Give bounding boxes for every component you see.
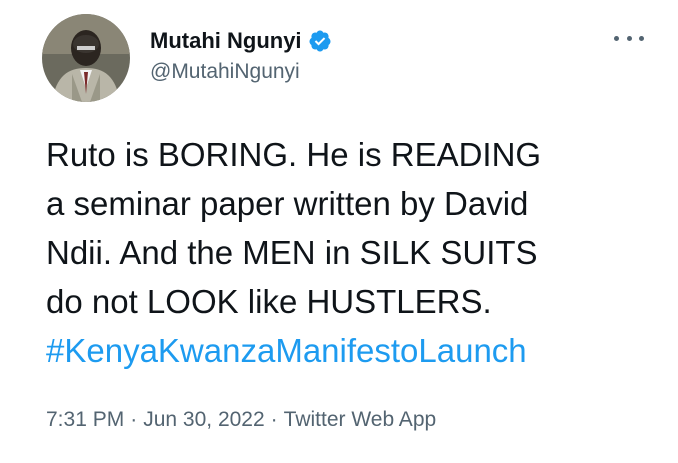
tweet-source[interactable]: Twitter Web App: [284, 408, 437, 431]
tweet-date[interactable]: Jun 30, 2022: [143, 408, 264, 431]
display-name[interactable]: Mutahi Ngunyi: [150, 28, 302, 54]
more-dot: [614, 35, 619, 41]
tweet-line: a seminar paper written by David: [46, 185, 529, 222]
verified-badge-icon: [308, 29, 332, 53]
more-dot: [639, 35, 644, 41]
tweet-text: Ruto is BORING. He is READING a seminar …: [46, 130, 656, 375]
tweet-metadata: 7:31 PM · Jun 30, 2022 · Twitter Web App: [46, 408, 436, 432]
user-handle[interactable]: @MutahiNgunyi: [150, 60, 332, 84]
tweet-line: Ruto is BORING. He is READING: [46, 136, 542, 173]
more-options-icon[interactable]: [614, 28, 644, 48]
user-info: Mutahi Ngunyi @MutahiNgunyi: [150, 26, 332, 84]
tweet-line: do not LOOK like HUSTLERS.: [46, 283, 492, 320]
hashtag-link[interactable]: #KenyaKwanzaManifestoLaunch: [46, 326, 656, 375]
tweet-time[interactable]: 7:31 PM: [46, 408, 124, 431]
name-row: Mutahi Ngunyi: [150, 26, 332, 56]
more-dot: [626, 35, 632, 41]
tweet-line: Ndii. And the MEN in SILK SUITS: [46, 234, 538, 271]
tweet-card: Mutahi Ngunyi @MutahiNgunyi Ruto is BORI…: [0, 0, 678, 463]
meta-separator: ·: [130, 408, 138, 431]
meta-separator: ·: [270, 408, 278, 431]
avatar[interactable]: [42, 14, 130, 102]
avatar-image: [42, 14, 130, 102]
